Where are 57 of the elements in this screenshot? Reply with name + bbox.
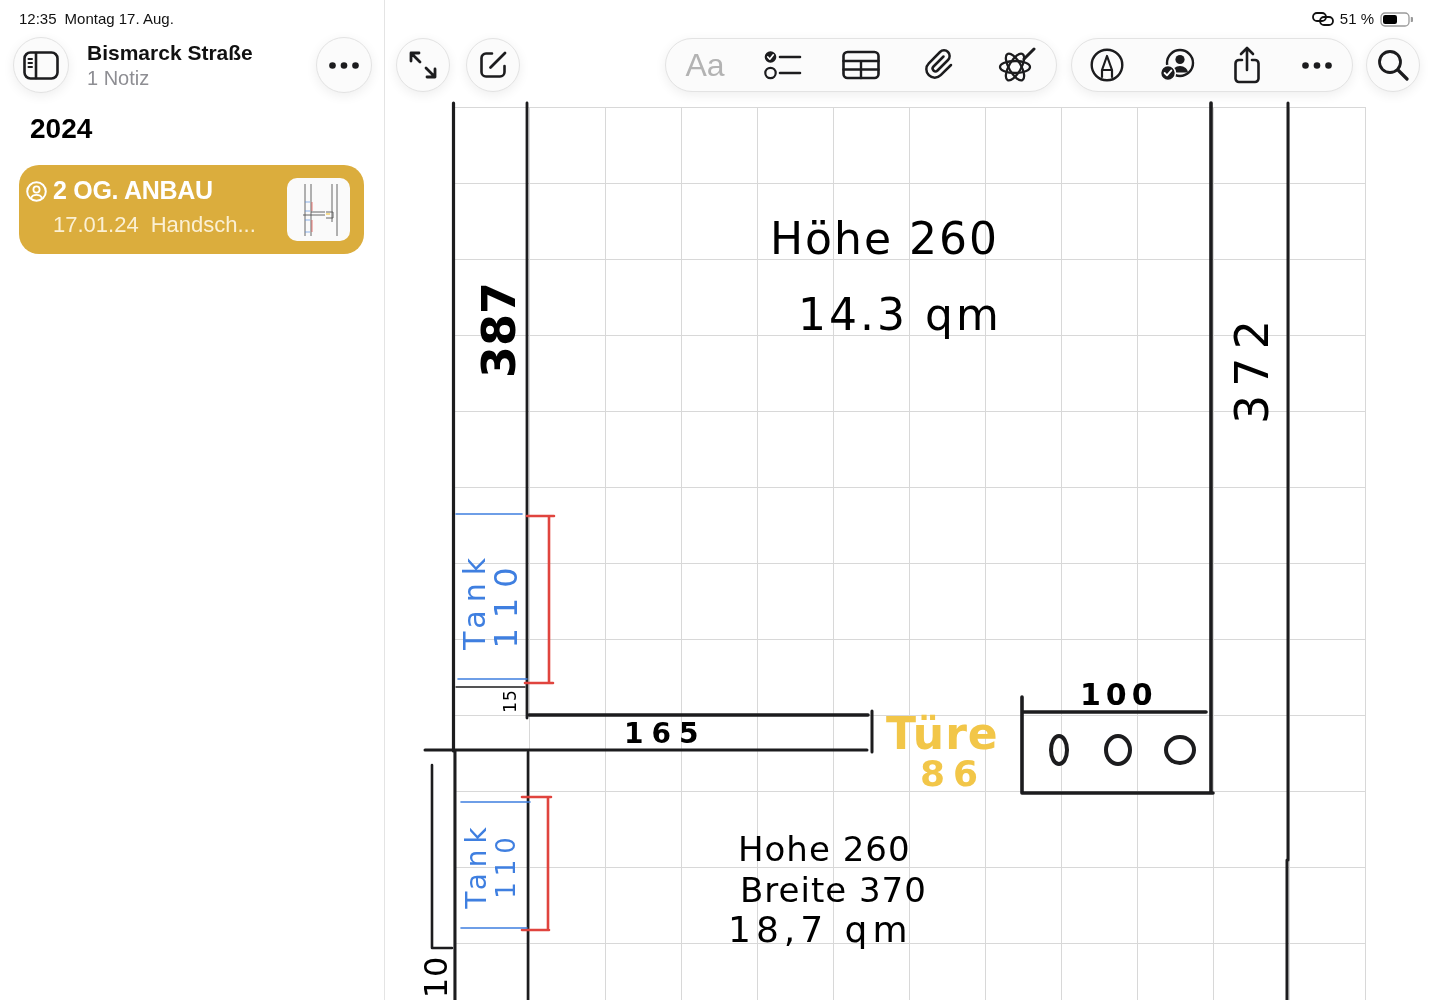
person-check-icon	[1159, 48, 1195, 82]
handwritten-label: Höhe 260	[770, 217, 999, 261]
more-button[interactable]	[316, 37, 372, 93]
note-title: 2 OG. ANBAU	[53, 175, 213, 207]
table-icon	[842, 50, 880, 80]
tick-mark	[870, 709, 874, 754]
battery-percent: 51 %	[1339, 8, 1374, 29]
handwritten-label: 14.3 qm	[798, 293, 1002, 337]
status-time: 12:35	[19, 8, 57, 29]
outline-line	[455, 513, 523, 515]
checklist-icon	[764, 50, 802, 80]
handwritten-label: Türe	[886, 712, 999, 756]
note-preview: Handsch...	[150, 211, 256, 239]
handwritten-label: Tank	[463, 821, 491, 909]
section-header: 2024	[29, 112, 94, 146]
link-icon	[1311, 12, 1334, 26]
note-date: 17.01.24	[53, 211, 139, 239]
paperclip-icon	[923, 48, 955, 82]
pen-tip-circle-icon	[1090, 48, 1124, 82]
compose-icon	[478, 50, 508, 80]
handwritten-label: Breite 370	[740, 873, 927, 907]
dimension-line	[455, 686, 526, 688]
compose-button[interactable]	[466, 38, 520, 92]
handwritten-label: 110	[490, 557, 522, 649]
orbit-pencil-icon	[997, 47, 1037, 83]
note-count: 1 Notiz	[87, 65, 151, 90]
search-button[interactable]	[1366, 38, 1420, 92]
outline-line	[460, 927, 528, 929]
circle-mark	[1164, 735, 1196, 765]
more-icon	[1302, 61, 1332, 69]
sidebar-icon	[23, 50, 59, 80]
note-list-item[interactable]: 2 OG. ANBAU 17.01.24 Handsch...	[19, 165, 364, 254]
handwritten-label: 10	[420, 955, 452, 999]
share-icon	[1232, 46, 1262, 84]
handwritten-label: 372	[1229, 312, 1275, 424]
circle-mark	[1104, 734, 1132, 766]
handwritten-label: 15	[501, 689, 519, 713]
handwritten-label: 110	[493, 831, 519, 899]
outline-line	[460, 801, 531, 803]
outline-line	[457, 678, 528, 680]
circle-mark	[1049, 734, 1069, 766]
sidebar-toggle-button[interactable]	[13, 37, 69, 93]
handwritten-label: Tank	[460, 549, 490, 651]
handwritten-label: 18,7 qm	[728, 912, 913, 948]
status-date: Montag 17. Aug.	[64, 8, 174, 29]
handwritten-label: 387	[476, 282, 522, 378]
more-icon	[329, 61, 359, 69]
expand-button[interactable]	[396, 38, 450, 92]
handwritten-label: 165	[624, 720, 707, 748]
folder-title: Bismarck Straße	[87, 40, 254, 66]
handwritten-label: 100	[1080, 680, 1158, 710]
handwritten-label: Hohe 260	[738, 832, 911, 866]
handwritten-label: 86	[920, 756, 987, 792]
search-icon	[1377, 49, 1409, 81]
note-thumbnail-drawing	[287, 178, 350, 241]
battery-icon	[1380, 11, 1414, 27]
expand-icon	[408, 50, 438, 80]
